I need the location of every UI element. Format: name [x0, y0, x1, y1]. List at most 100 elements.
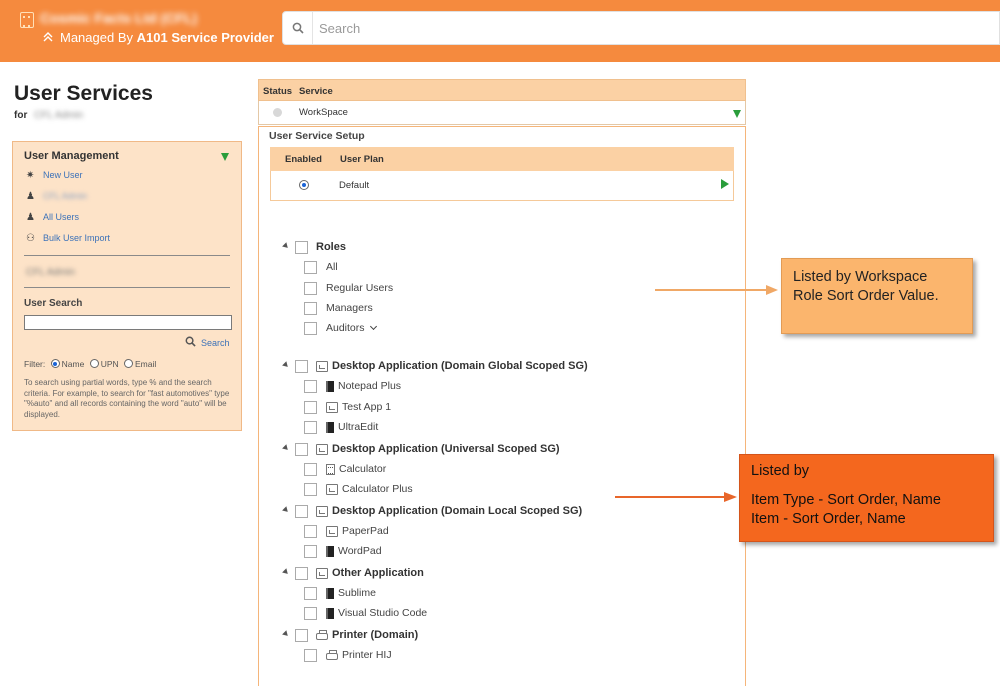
desktop-icon — [326, 401, 338, 413]
search-hint: To search using partial words, type % an… — [24, 378, 230, 419]
checkbox[interactable] — [295, 566, 308, 580]
app-icon — [326, 587, 334, 599]
service-dropdown-icon[interactable] — [733, 110, 741, 118]
checkbox[interactable] — [304, 260, 317, 274]
checkbox[interactable] — [304, 301, 317, 315]
divider — [24, 287, 230, 288]
tree-group-desktop-app-global[interactable]: Desktop Application (Domain Global Scope… — [282, 358, 588, 374]
checkbox[interactable] — [304, 482, 317, 496]
for-label: for — [14, 110, 28, 121]
hierarchy-icon: ⚇ — [26, 233, 35, 244]
checkbox[interactable] — [295, 504, 308, 518]
checkbox[interactable] — [304, 321, 317, 335]
checkbox[interactable] — [304, 544, 317, 558]
callout-item-type: Listed by Item Type - Sort Order, Name I… — [739, 454, 994, 542]
desktop-icon — [316, 567, 328, 579]
tree-item-role-regular-users[interactable]: Regular Users — [304, 280, 393, 296]
tree-item-role-managers[interactable]: Managers — [304, 300, 373, 316]
checkbox[interactable] — [304, 281, 317, 295]
expand-triangle-icon[interactable] — [282, 241, 290, 250]
for-user: CFL Admin — [34, 110, 84, 121]
user-search-input[interactable] — [24, 315, 232, 330]
item-label: WordPad — [338, 545, 382, 557]
service-name: WorkSpace — [299, 107, 348, 118]
tree-item-sublime[interactable]: Sublime — [304, 585, 376, 601]
callout-line: Listed by — [751, 463, 810, 479]
desktop-icon — [316, 443, 328, 455]
expand-triangle-icon[interactable] — [282, 505, 290, 514]
expand-triangle-icon[interactable] — [282, 629, 290, 638]
checkbox[interactable] — [304, 606, 317, 620]
checkbox[interactable] — [304, 420, 317, 434]
tree-group-other-application[interactable]: Other Application — [282, 565, 424, 581]
checkbox[interactable] — [304, 400, 317, 414]
tree-group-printer-domain[interactable]: Printer (Domain) — [282, 627, 418, 643]
checkbox[interactable] — [304, 648, 317, 662]
tree-item-paperpad[interactable]: PaperPad — [304, 523, 389, 539]
chevrons-up-icon — [43, 32, 53, 42]
tree-item-visual-studio-code[interactable]: Visual Studio Code — [304, 605, 427, 621]
tree-item-printer-hij[interactable]: Printer HIJ — [304, 647, 392, 663]
company-name[interactable]: Cosmic Facts Ltd (CFL) — [40, 10, 197, 26]
item-label: Notepad Plus — [338, 380, 402, 392]
tree-item-notepad-plus[interactable]: Notepad Plus — [304, 378, 401, 394]
user-management-panel: User Management ✷ New User ♟ CFL Admin ♟ Al… — [12, 141, 242, 431]
checkbox[interactable] — [304, 462, 317, 476]
checkbox[interactable] — [295, 442, 308, 456]
tree-group-desktop-app-local[interactable]: Desktop Application (Domain Local Scoped… — [282, 503, 582, 519]
user-service-setup: User Service Setup Enabled User Plan Def… — [258, 126, 746, 686]
bulk-user-import-label: Bulk User Import — [43, 233, 111, 243]
tree-item-role-auditors[interactable]: Auditors — [304, 320, 377, 336]
tree-item-ultraedit[interactable]: UltraEdit — [304, 419, 378, 435]
bulk-user-import-link[interactable]: ⚇ Bulk User Import — [26, 233, 110, 244]
service-row[interactable]: WorkSpace — [258, 101, 746, 125]
collapse-caret-icon[interactable] — [221, 153, 229, 161]
expand-triangle-icon[interactable] — [282, 360, 290, 369]
checkbox[interactable] — [304, 524, 317, 538]
users-icon: ♟ — [26, 212, 35, 223]
managed-by: Managed By A101 Service Provider — [42, 30, 274, 45]
chevron-down-icon[interactable] — [369, 322, 377, 331]
item-label: Managers — [326, 302, 373, 314]
item-label: Printer HIJ — [342, 649, 392, 661]
search-icon[interactable] — [283, 12, 313, 44]
checkbox[interactable] — [295, 240, 308, 254]
filter-email-label: Email — [135, 359, 157, 369]
current-user-label: CFL Admin — [43, 191, 88, 201]
tree-group-roles[interactable]: Roles — [282, 239, 346, 255]
tree-item-role-all[interactable]: All — [304, 259, 338, 275]
all-users-link[interactable]: ♟ All Users — [26, 212, 79, 223]
checkbox[interactable] — [295, 628, 308, 642]
tree-group-desktop-app-universal[interactable]: Desktop Application (Universal Scoped SG… — [282, 441, 560, 457]
app-icon — [326, 421, 334, 433]
expand-triangle-icon[interactable] — [282, 567, 290, 576]
callout-arrow-icon — [655, 285, 778, 295]
app-icon — [326, 607, 334, 619]
checkbox[interactable] — [304, 586, 317, 600]
new-user-link[interactable]: ✷ New User — [26, 170, 83, 181]
search-input[interactable] — [319, 18, 979, 38]
checkbox[interactable] — [304, 379, 317, 393]
item-label: PaperPad — [342, 525, 389, 537]
filter-name-radio[interactable] — [50, 359, 60, 368]
building-icon — [20, 12, 34, 28]
tree-item-wordpad[interactable]: WordPad — [304, 543, 382, 559]
checkbox[interactable] — [295, 359, 308, 373]
expand-triangle-icon[interactable] — [282, 443, 290, 452]
tree-item-calculator-plus[interactable]: Calculator Plus — [304, 481, 413, 497]
desktop-icon — [316, 505, 328, 517]
filter-label: Filter: — [24, 359, 46, 369]
for-user-line: for CFL Admin — [14, 110, 83, 121]
search-filter: Filter: Name UPN Email — [24, 359, 156, 369]
current-user-link[interactable]: ♟ CFL Admin — [26, 191, 87, 202]
managed-by-provider[interactable]: A101 Service Provider — [137, 30, 274, 45]
item-label: UltraEdit — [338, 421, 379, 433]
search-link-label: Search — [201, 338, 230, 348]
filter-upn-radio[interactable] — [89, 359, 99, 368]
tree-item-calculator[interactable]: Calculator — [304, 461, 386, 477]
filter-email-radio[interactable] — [124, 359, 134, 368]
user-search-link[interactable]: Search — [185, 336, 230, 348]
selected-user: CFL Admin — [26, 267, 76, 278]
group-label: Desktop Application (Domain Global Scope… — [332, 360, 588, 372]
tree-item-test-app-1[interactable]: Test App 1 — [304, 399, 391, 415]
